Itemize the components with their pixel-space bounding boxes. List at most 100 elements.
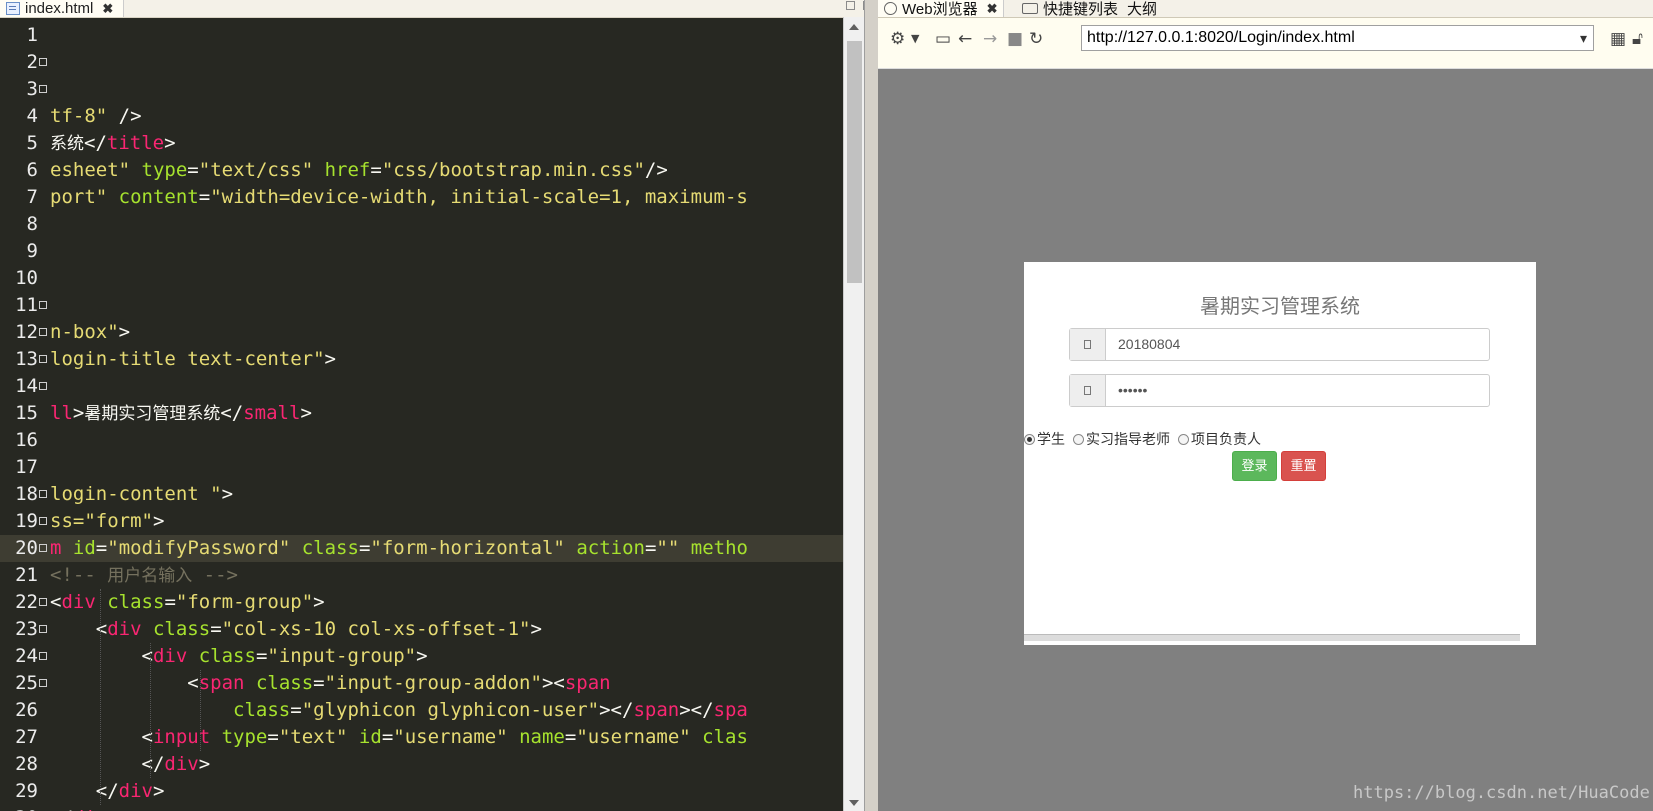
minimize-icon[interactable] [846,1,855,10]
code-line[interactable]: 30 </div> [0,805,843,811]
login-box: 暑期实习管理系统 20180804 •••••• 学生 实习指导老师 项目负责人… [1024,262,1536,645]
code-token: = [358,537,371,559]
password-input[interactable]: •••••• [1106,375,1489,406]
code-token: "glyphicon glyphicon-user" [301,699,600,721]
code-line[interactable]: 4 tf-8" /> [0,103,843,130]
code-line[interactable]: 24 <div class="input-group"> [0,643,843,670]
close-icon[interactable]: ✖ [987,1,998,17]
line-number: 21 [15,564,38,586]
code-line[interactable]: 9 [0,238,843,265]
dropdown-arrow-icon[interactable]: ▼ [911,30,919,48]
code-line[interactable]: 28 </div> [0,751,843,778]
tab-outline[interactable]: 大纲 [1121,0,1163,18]
code-line[interactable]: 7 port" content="width=device-width, init… [0,184,843,211]
code-line[interactable]: 15 ll>暑期实习管理系统</small> [0,400,843,427]
fold-toggle-icon[interactable] [39,328,47,336]
fold-toggle-icon[interactable] [39,517,47,525]
login-button[interactable]: 登录 [1232,451,1277,481]
back-arrow-icon[interactable]: ← [958,30,972,48]
gear-icon[interactable]: ⚙ [890,30,905,48]
stop-icon[interactable]: ■ [1007,30,1023,48]
code-editor[interactable]: index.html ✖ 1 2 3 4 tf-8" /> 5 系统</title> 6 esh… [0,0,878,811]
code-text: tf-8" /> [50,103,142,130]
code-line[interactable]: 16 [0,427,843,454]
code-line[interactable]: 18 login-content "> [0,481,843,508]
code-line[interactable]: 21 <!-- 用户名输入 --> [0,562,843,589]
fold-toggle-icon[interactable] [39,598,47,606]
console-icon[interactable]: ▭ [935,30,951,48]
scroll-up-arrow-icon[interactable] [849,24,859,30]
code-token: "modifyPassword" [107,537,291,559]
scrollbar-thumb[interactable] [847,41,862,283]
code-line[interactable]: 17 [0,454,843,481]
code-line[interactable]: 29 </div> [0,778,843,805]
code-line[interactable]: 1 [0,22,843,49]
scroll-down-arrow-icon[interactable] [849,800,859,806]
refresh-icon[interactable]: ↻ [1029,30,1043,48]
code-token: class [107,591,165,613]
fold-toggle-icon[interactable] [39,58,47,66]
code-token: = [210,618,222,640]
fold-toggle-icon[interactable] [39,301,47,309]
page-horizontal-scrollbar[interactable] [1024,634,1520,641]
fold-toggle-icon[interactable] [39,679,47,687]
code-line[interactable]: 14 [0,373,843,400]
qr-code-icon[interactable]: ▦ [1610,30,1626,48]
code-line[interactable]: 12 n-box"> [0,319,843,346]
code-line[interactable]: 19 ss="form"> [0,508,843,535]
radio-button[interactable] [1073,433,1084,445]
fold-toggle-icon[interactable] [39,544,47,552]
code-line[interactable]: 10 [0,265,843,292]
fold-toggle-icon[interactable] [39,652,47,660]
code-line[interactable]: 22 <div class="form-group"> [0,589,843,616]
fold-toggle-icon[interactable] [39,85,47,93]
code-line[interactable]: 20 m id="modifyPassword" class="form-hori… [0,535,843,562]
fold-toggle-icon[interactable] [39,355,47,363]
code-line[interactable]: 25 <span class="input-group-addon"><span [0,670,843,697]
globe-icon [884,2,897,15]
code-token: div [107,618,142,640]
editor-vertical-scrollbar[interactable] [843,17,865,811]
user-icon [1070,329,1106,360]
radio-student[interactable]: 学生 [1024,429,1065,449]
editor-tab-index-html[interactable]: index.html ✖ [0,0,125,17]
code-token: class [301,537,359,559]
editor-tab-label: index.html [25,0,94,17]
code-line[interactable]: 13 login-title text-center"> [0,346,843,373]
code-line[interactable]: 2 [0,49,843,76]
radio-button[interactable] [1178,433,1189,445]
code-line[interactable]: 5 系统</title> [0,130,843,157]
code-line[interactable]: 6 esheet" type="text/css" href="css/boots… [0,157,843,184]
code-token: class [152,618,211,640]
line-number: 30 [0,805,38,811]
fold-toggle-icon[interactable] [39,625,47,633]
url-input[interactable]: http://127.0.0.1:8020/Login/index.html ▾ [1081,25,1594,51]
code-line[interactable]: 3 [0,76,843,103]
lock-icon[interactable]: 🔓︎ [1632,30,1643,48]
chevron-down-icon[interactable]: ▾ [1580,26,1587,50]
tab-shortcut-list[interactable]: 快捷键列表 [1016,0,1124,18]
code-line[interactable]: 23 <div class="col-xs-10 col-xs-offset-1… [0,616,843,643]
username-input[interactable]: 20180804 [1106,329,1489,360]
fold-toggle-icon[interactable] [39,490,47,498]
code-line[interactable]: 8 [0,211,843,238]
close-icon[interactable]: ✖ [102,1,113,17]
radio-instructor[interactable]: 实习指导老师 [1073,429,1170,449]
reset-button[interactable]: 重置 [1281,451,1326,481]
code-area[interactable]: 1 2 3 4 tf-8" /> 5 系统</title> 6 esheet" type="te… [0,17,843,811]
code-token: "text" [278,726,348,748]
forward-arrow-icon[interactable]: → [983,30,997,48]
line-number: 5 [26,132,38,154]
code-text: <span class="input-group-addon"><span [50,670,610,697]
code-token: port" [50,186,108,208]
tab-web-browser[interactable]: Web浏览器 ✖ [878,0,1005,18]
code-line[interactable]: 26 class="glyphicon glyphicon-user"></sp… [0,697,843,724]
code-line[interactable]: 27 <input type="text" id="username" name… [0,724,843,751]
radio-button[interactable] [1024,433,1035,445]
fold-toggle-icon[interactable] [39,382,47,390]
radio-project-lead[interactable]: 项目负责人 [1178,429,1261,449]
code-line[interactable]: 11 [0,292,843,319]
